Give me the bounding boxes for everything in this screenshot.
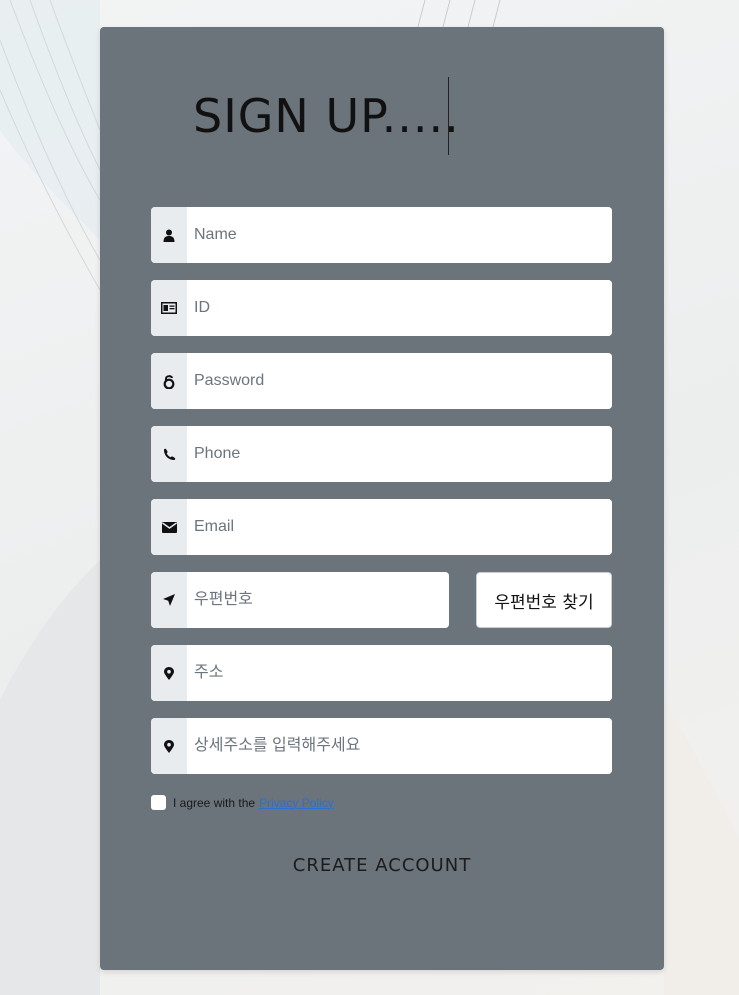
email-field bbox=[151, 499, 612, 555]
zipcode-input[interactable] bbox=[187, 572, 449, 628]
envelope-icon bbox=[151, 499, 187, 555]
name-input[interactable] bbox=[187, 207, 612, 263]
id-input[interactable] bbox=[187, 280, 612, 336]
privacy-agreement: I agree with the Privacy Policy bbox=[151, 795, 334, 810]
phone-input[interactable] bbox=[187, 426, 612, 482]
signup-card: SIGN UP..... Name ID Password Phone Emai… bbox=[100, 27, 664, 970]
email-input[interactable] bbox=[187, 499, 612, 555]
name-field bbox=[151, 207, 612, 263]
agree-text: I agree with the bbox=[173, 795, 256, 810]
id-card-icon bbox=[151, 280, 187, 336]
address-field bbox=[151, 645, 612, 701]
location-arrow-icon bbox=[151, 572, 187, 628]
zipcode-field bbox=[151, 572, 449, 628]
lock-icon bbox=[151, 353, 187, 409]
create-account-button[interactable]: CREATE ACCOUNT bbox=[100, 855, 664, 876]
phone-field bbox=[151, 426, 612, 482]
text-cursor bbox=[448, 77, 449, 155]
phone-icon bbox=[151, 426, 187, 482]
address-input[interactable] bbox=[187, 645, 612, 701]
user-icon bbox=[151, 207, 187, 263]
privacy-policy-link[interactable]: Privacy Policy bbox=[259, 796, 334, 810]
password-input[interactable] bbox=[187, 353, 612, 409]
detail-address-field bbox=[151, 718, 612, 774]
id-field bbox=[151, 280, 612, 336]
map-marker-icon bbox=[151, 718, 187, 774]
map-marker-icon bbox=[151, 645, 187, 701]
page-title: SIGN UP..... bbox=[193, 89, 460, 143]
agree-checkbox[interactable] bbox=[151, 795, 166, 810]
detail-address-input[interactable] bbox=[187, 718, 612, 774]
password-field bbox=[151, 353, 612, 409]
zipcode-search-button[interactable]: 우편번호 찾기 bbox=[476, 572, 612, 628]
